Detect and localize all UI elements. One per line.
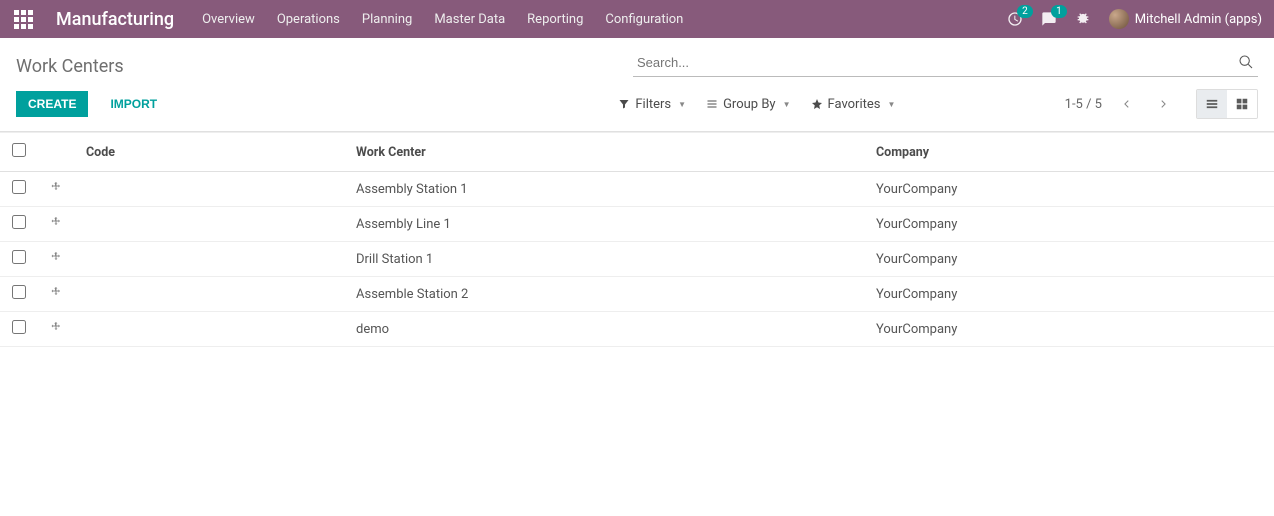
list-view-icon — [1205, 97, 1219, 111]
row-checkbox[interactable] — [12, 320, 26, 334]
cell-code — [74, 172, 344, 207]
menu-planning[interactable]: Planning — [362, 12, 412, 27]
pager[interactable]: 1-5 / 5 — [1065, 97, 1102, 112]
chevron-down-icon: ▼ — [678, 100, 686, 109]
menu-operations[interactable]: Operations — [277, 12, 340, 27]
filters-menu[interactable]: Filters▼ — [618, 97, 686, 112]
bug-icon — [1075, 11, 1091, 27]
pager-prev[interactable] — [1116, 90, 1138, 118]
menu-master-data[interactable]: Master Data — [434, 12, 505, 27]
groupby-menu[interactable]: Group By▼ — [706, 97, 790, 112]
kanban-view-icon — [1235, 97, 1249, 111]
select-all-checkbox[interactable] — [12, 143, 26, 157]
chevron-left-icon — [1122, 97, 1132, 111]
avatar-icon — [1109, 9, 1129, 29]
col-work-center[interactable]: Work Center — [344, 133, 864, 172]
app-brand[interactable]: Manufacturing — [56, 9, 174, 30]
user-name: Mitchell Admin (apps) — [1135, 12, 1262, 27]
cell-work-center: Drill Station 1 — [344, 242, 864, 277]
cell-company: YourCompany — [864, 207, 1274, 242]
pager-next[interactable] — [1152, 90, 1174, 118]
table-row[interactable]: Assemble Station 2YourCompany — [0, 277, 1274, 312]
drag-handle-icon[interactable] — [38, 312, 74, 347]
row-checkbox[interactable] — [12, 215, 26, 229]
menu-overview[interactable]: Overview — [202, 12, 255, 27]
cell-work-center: Assembly Line 1 — [344, 207, 864, 242]
table-row[interactable]: Assembly Line 1YourCompany — [0, 207, 1274, 242]
breadcrumb: Work Centers — [16, 50, 633, 77]
cell-company: YourCompany — [864, 312, 1274, 347]
cell-company: YourCompany — [864, 242, 1274, 277]
row-checkbox[interactable] — [12, 180, 26, 194]
top-menu: Overview Operations Planning Master Data… — [202, 12, 683, 27]
import-button[interactable]: Import — [98, 91, 169, 117]
star-icon — [811, 98, 823, 110]
cell-company: YourCompany — [864, 172, 1274, 207]
view-list[interactable] — [1197, 90, 1227, 118]
table-row[interactable]: Drill Station 1YourCompany — [0, 242, 1274, 277]
row-checkbox[interactable] — [12, 250, 26, 264]
drag-handle-icon[interactable] — [38, 207, 74, 242]
cell-code — [74, 242, 344, 277]
table-row[interactable]: Assembly Station 1YourCompany — [0, 172, 1274, 207]
create-button[interactable]: Create — [16, 91, 88, 117]
chevron-down-icon: ▼ — [887, 100, 895, 109]
view-kanban[interactable] — [1227, 90, 1257, 118]
activities-button[interactable]: 2 — [1007, 11, 1023, 27]
chevron-down-icon: ▼ — [783, 100, 791, 109]
chevron-right-icon — [1158, 97, 1168, 111]
cell-code — [74, 312, 344, 347]
discuss-button[interactable]: 1 — [1041, 11, 1057, 27]
work-centers-table: Code Work Center Company Assembly Statio… — [0, 132, 1274, 347]
drag-handle-icon[interactable] — [38, 172, 74, 207]
favorites-menu[interactable]: Favorites▼ — [811, 97, 896, 112]
cell-work-center: demo — [344, 312, 864, 347]
search-icon — [1238, 54, 1254, 70]
debug-button[interactable] — [1075, 11, 1091, 27]
cell-company: YourCompany — [864, 277, 1274, 312]
filter-icon — [618, 98, 630, 110]
search-input[interactable] — [637, 55, 1232, 70]
row-checkbox[interactable] — [12, 285, 26, 299]
nav-right: 2 1 Mitchell Admin (apps) — [1007, 9, 1262, 29]
col-code[interactable]: Code — [74, 133, 344, 172]
cell-code — [74, 277, 344, 312]
view-switcher — [1196, 89, 1258, 119]
menu-configuration[interactable]: Configuration — [605, 12, 683, 27]
drag-handle-icon[interactable] — [38, 277, 74, 312]
apps-icon[interactable] — [12, 6, 38, 33]
menu-reporting[interactable]: Reporting — [527, 12, 583, 27]
control-panel: Work Centers Create Import Filters▼ Grou… — [0, 38, 1274, 132]
cell-work-center: Assembly Station 1 — [344, 172, 864, 207]
discuss-badge: 1 — [1051, 5, 1067, 18]
table-row[interactable]: demoYourCompany — [0, 312, 1274, 347]
search-box[interactable] — [633, 50, 1258, 77]
cell-code — [74, 207, 344, 242]
main-navbar: Manufacturing Overview Operations Planni… — [0, 0, 1274, 38]
user-menu[interactable]: Mitchell Admin (apps) — [1109, 9, 1262, 29]
list-icon — [706, 98, 718, 110]
drag-handle-icon[interactable] — [38, 242, 74, 277]
col-company[interactable]: Company — [864, 133, 1274, 172]
cell-work-center: Assemble Station 2 — [344, 277, 864, 312]
activities-badge: 2 — [1017, 5, 1033, 18]
